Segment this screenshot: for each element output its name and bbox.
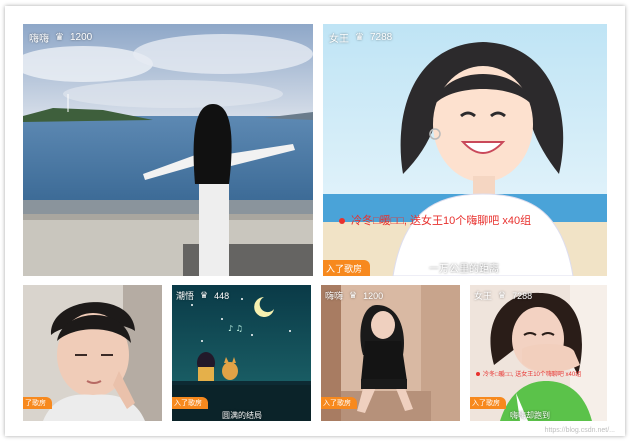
entered-room-notice: 入了歌房 xyxy=(323,260,371,276)
stream-badge: 嗨嗨 ♛ 1200 xyxy=(325,289,383,302)
host-name: 女王 xyxy=(474,291,493,301)
viewer-count: 1200 xyxy=(363,290,384,301)
gift-dot-icon xyxy=(339,218,345,225)
song-caption: 圆满的结局 xyxy=(222,411,262,420)
stream-card-man[interactable]: 了歌房 xyxy=(23,285,162,421)
gift-dot-icon xyxy=(476,372,480,377)
stream-thumbnail xyxy=(323,24,607,276)
host-name: 嗨嗨 xyxy=(325,291,344,301)
song-caption: 一万公里的距离 xyxy=(429,264,499,275)
stream-badge: 女王 ♛ 7288 xyxy=(474,289,532,302)
viewer-count: 448 xyxy=(214,290,230,301)
stream-badge: 女王 ♛ 7288 xyxy=(329,30,392,45)
viewer-icon: ♛ xyxy=(355,32,364,43)
stream-card-laughing[interactable]: 女王 ♛ 7288 冷冬□暖□□, 送女王10个嗨聊吧 x40组 入了歌房 嗨嗨… xyxy=(470,285,607,421)
stream-thumbnail xyxy=(23,24,313,276)
host-name: 潮悟 xyxy=(176,291,195,301)
gift-message: 冷冬□暖□□, 送女王10个嗨聊吧 x40组 xyxy=(476,369,581,378)
viewer-icon: ♛ xyxy=(55,32,64,43)
viewer-count: 1200 xyxy=(69,32,93,43)
stream-card-queen[interactable]: 女王 ♛ 7288 冷冬□暖□□, 送女王10个嗨聊吧 x40组 入了歌房 一万… xyxy=(323,24,607,276)
entered-room-notice: 入了歌房 xyxy=(321,397,357,409)
stream-card-night[interactable]: ♪ ♫ 潮悟 ♛ 448 入了歌房 圆满的结局 xyxy=(172,285,311,421)
collage-frame: 嗨嗨 ♛ 1200 女王 ♛ 7288 冷冬□暖□□, 送女王10个嗨聊吧 x4… xyxy=(5,6,625,436)
entered-room-notice: 入了歌房 xyxy=(470,397,506,409)
watermark: https://blog.csdn.net/... xyxy=(544,427,615,434)
host-name: 女王 xyxy=(329,34,349,45)
song-caption: 嗨嗨却跑到 xyxy=(510,411,550,420)
viewer-count: 7288 xyxy=(369,32,393,43)
host-name: 嗨嗨 xyxy=(29,34,49,45)
viewer-icon: ♛ xyxy=(200,290,209,300)
entered-room-notice: 了歌房 xyxy=(23,397,52,409)
svg-text:♪ ♫: ♪ ♫ xyxy=(228,324,243,333)
viewer-icon: ♛ xyxy=(349,290,358,300)
stream-card-seaside[interactable]: 嗨嗨 ♛ 1200 xyxy=(23,24,313,276)
viewer-icon: ♛ xyxy=(498,290,507,300)
stream-card-seated[interactable]: 嗨嗨 ♛ 1200 入了歌房 xyxy=(321,285,460,421)
gift-message: 冷冬□暖□□, 送女王10个嗨聊吧 x40组 xyxy=(339,212,531,228)
stream-badge: 潮悟 ♛ 448 xyxy=(176,289,229,302)
stream-badge: 嗨嗨 ♛ 1200 xyxy=(29,30,92,45)
viewer-count: 7288 xyxy=(512,290,533,301)
entered-room-notice: 入了歌房 xyxy=(172,397,208,409)
